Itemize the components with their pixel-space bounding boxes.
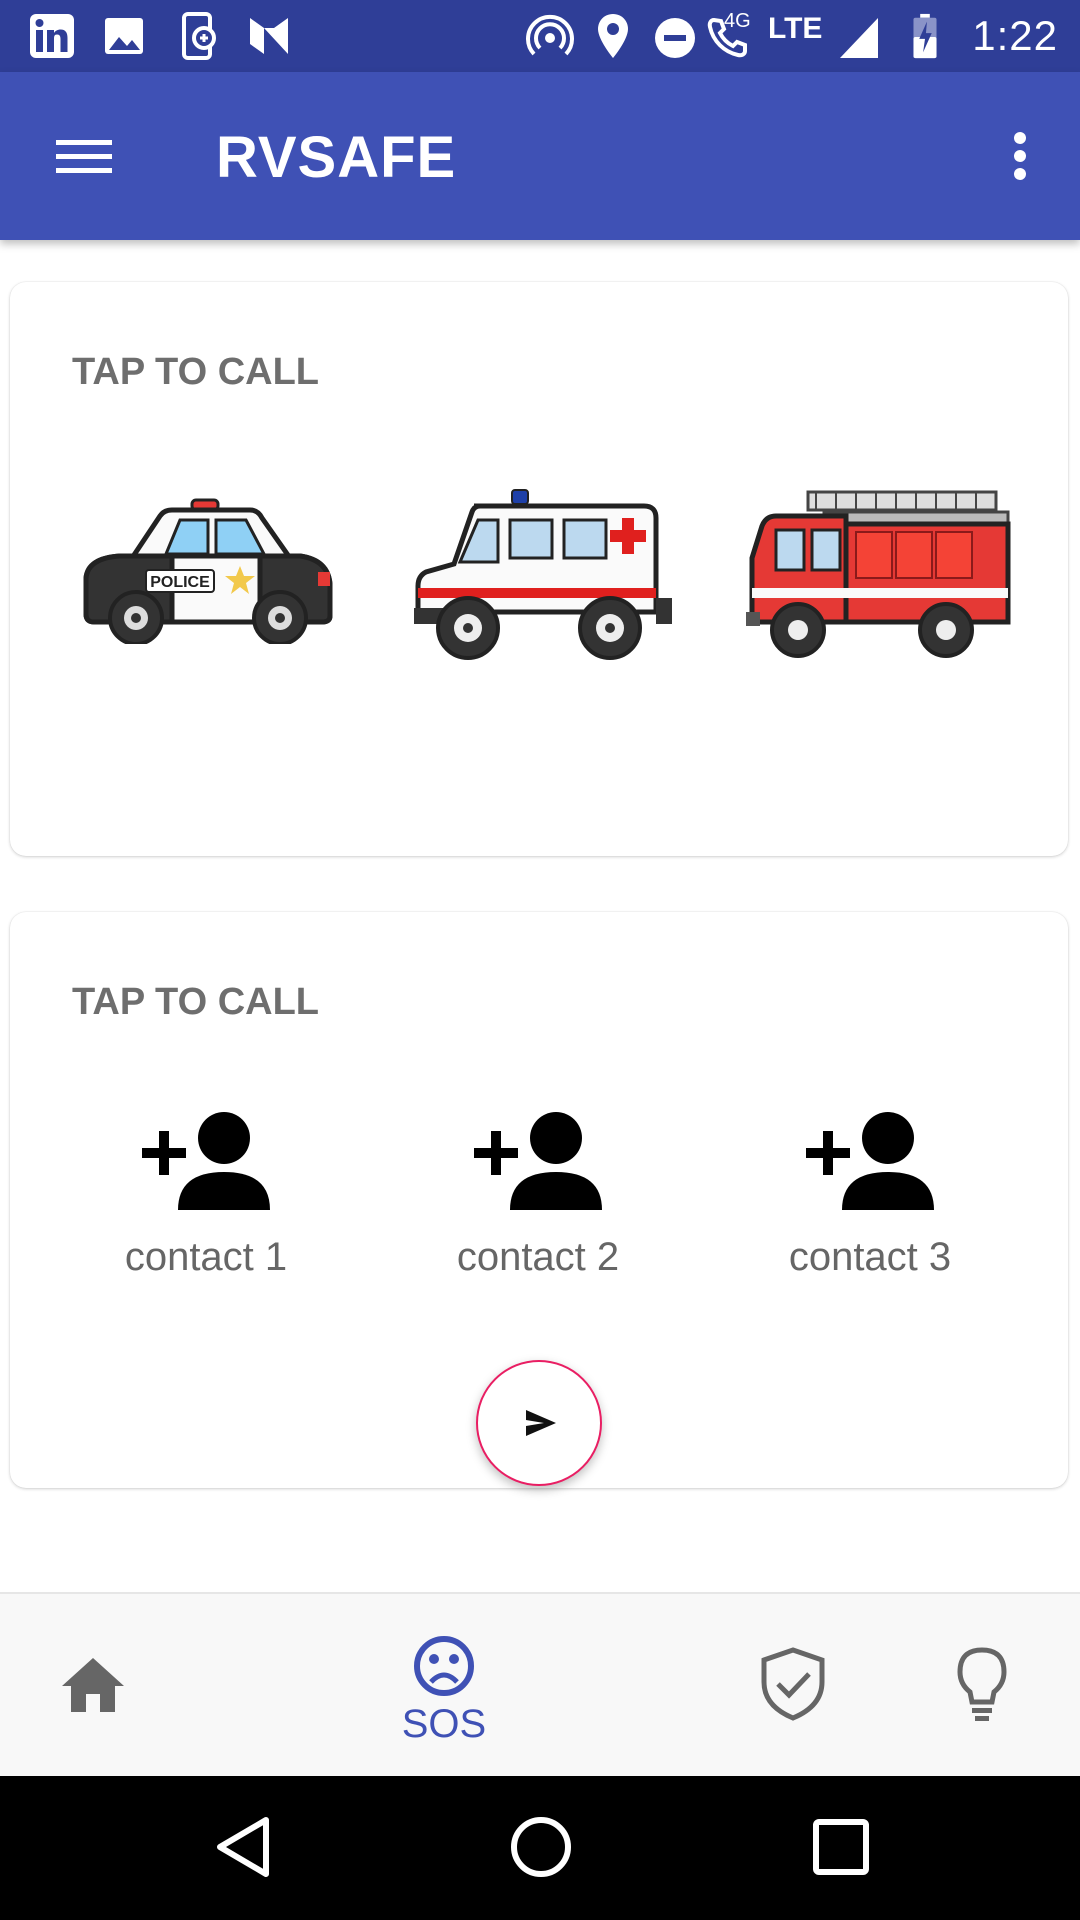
system-home-button[interactable] — [506, 1812, 576, 1887]
police-call-button[interactable]: POLICE — [80, 494, 336, 644]
hamburger-menu-icon — [56, 140, 112, 173]
send-icon — [526, 1410, 556, 1436]
send-sos-fab[interactable] — [476, 1360, 602, 1486]
bottom-navigation: SOS — [0, 1592, 1080, 1778]
emergency-services-card: TAP TO CALL POLICE — [10, 282, 1068, 856]
system-recents-button[interactable] — [806, 1812, 876, 1887]
fire-truck-call-button[interactable] — [746, 484, 1016, 674]
battery-charging-icon — [913, 13, 937, 59]
fire-truck-icon — [746, 490, 1011, 658]
n-icon — [250, 18, 288, 54]
more-vert-icon — [1014, 132, 1026, 180]
nav-ideas[interactable] — [940, 1594, 1030, 1778]
network-type: 4G — [724, 10, 751, 32]
card-title: TAP TO CALL — [72, 351, 319, 393]
police-car-icon: POLICE — [83, 498, 333, 644]
nav-shield[interactable] — [744, 1594, 844, 1778]
system-back-button[interactable] — [210, 1812, 276, 1887]
ambulance-icon — [414, 489, 672, 660]
contact-label: contact 1 — [124, 1235, 288, 1279]
lightbulb-icon — [957, 1647, 1007, 1721]
home-circle-icon — [511, 1817, 571, 1877]
add-person-icon — [806, 1112, 934, 1210]
contacts-card: TAP TO CALL contact 1 contact 2 contact … — [10, 912, 1068, 1488]
police-badge-text: POLICE — [150, 574, 210, 591]
status-time: 1:22 — [972, 12, 1058, 59]
ambulance-call-button[interactable] — [414, 484, 676, 674]
location-icon — [598, 14, 628, 58]
contact-3-button[interactable]: contact 3 — [740, 1110, 1000, 1280]
contact-1-button[interactable]: contact 1 — [76, 1110, 336, 1280]
app-bar: RVSAFE — [0, 72, 1080, 240]
status-bar: 4G LTE 1:22 — [0, 0, 1080, 72]
add-person-icon — [474, 1112, 602, 1210]
system-navigation-bar — [0, 1776, 1080, 1920]
phone-sync-icon — [182, 12, 216, 60]
overflow-menu-button[interactable] — [984, 116, 1056, 196]
contact-2-button[interactable]: contact 2 — [408, 1110, 668, 1280]
hotspot-icon — [526, 14, 574, 56]
back-icon — [217, 1817, 269, 1877]
nav-sos[interactable]: SOS — [372, 1594, 516, 1778]
nav-home[interactable] — [40, 1594, 150, 1778]
signal-icon — [840, 18, 878, 58]
contact-label: contact 3 — [788, 1235, 952, 1279]
recents-icon — [813, 1819, 869, 1875]
contact-label: contact 2 — [456, 1235, 620, 1279]
add-person-icon — [142, 1112, 270, 1210]
linkedin-icon — [30, 14, 74, 58]
network-label: LTE — [768, 12, 823, 45]
sad-face-icon — [414, 1636, 474, 1696]
menu-button[interactable] — [36, 116, 132, 196]
app-title: RVSAFE — [216, 125, 457, 190]
nav-sos-label: SOS — [401, 1702, 487, 1746]
card-title: TAP TO CALL — [72, 981, 319, 1023]
home-icon — [62, 1658, 124, 1712]
do-not-disturb-icon — [655, 18, 695, 58]
shield-check-icon — [761, 1647, 825, 1721]
gallery-icon — [105, 18, 143, 54]
